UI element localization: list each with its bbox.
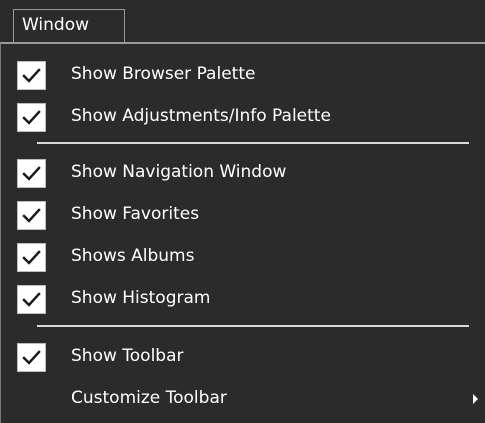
menu-item-label: Show Favorites — [71, 204, 200, 224]
menu-item-show-toolbar[interactable]: Show Toolbar — [1, 336, 485, 374]
checkbox[interactable] — [17, 285, 46, 314]
checkbox[interactable] — [17, 159, 46, 188]
menu-item-customize-toolbar[interactable]: Customize Toolbar — [1, 378, 485, 416]
menu-item-label: Customize Toolbar — [71, 388, 227, 408]
menu-item-show-histogram[interactable]: Show Histogram — [1, 278, 485, 316]
checkmark-icon — [22, 110, 41, 125]
menu-item-label: Shows Albums — [71, 246, 195, 266]
menu-item-label: Show Adjustments/Info Palette — [71, 106, 331, 126]
menu-bar: Window — [0, 0, 485, 42]
checkmark-icon — [22, 292, 41, 307]
menu-item-show-browser-palette[interactable]: Show Browser Palette — [1, 54, 485, 92]
checkbox[interactable] — [17, 343, 46, 372]
menu-item-label: Show Toolbar — [71, 346, 184, 366]
menu-item-label: Show Histogram — [71, 288, 211, 308]
checkmark-icon — [22, 250, 41, 265]
window-menu-title[interactable]: Window — [13, 9, 125, 42]
checkmark-icon — [22, 166, 41, 181]
menu-item-label: Show Navigation Window — [71, 162, 287, 182]
menu-item-label: Show Browser Palette — [71, 64, 256, 84]
menu-item-shows-albums[interactable]: Shows Albums — [1, 236, 485, 274]
checkmark-icon — [22, 68, 41, 83]
checkbox[interactable] — [17, 61, 46, 90]
checkmark-icon — [22, 350, 41, 365]
checkbox[interactable] — [17, 201, 46, 230]
window-menu-dropdown: Show Browser Palette Show Adjustments/In… — [0, 42, 485, 423]
checkbox[interactable] — [17, 243, 46, 272]
menu-separator — [37, 142, 469, 144]
menu-item-show-navigation-window[interactable]: Show Navigation Window — [1, 152, 485, 190]
submenu-arrow-icon — [473, 394, 478, 404]
menu-separator — [37, 325, 469, 327]
checkmark-icon — [22, 208, 41, 223]
menu-item-show-favorites[interactable]: Show Favorites — [1, 194, 485, 232]
checkbox[interactable] — [17, 103, 46, 132]
window-menu-screen: Window Show Browser Palette Show Adjustm… — [0, 0, 485, 423]
menu-item-show-adjustments-info-palette[interactable]: Show Adjustments/Info Palette — [1, 96, 485, 134]
